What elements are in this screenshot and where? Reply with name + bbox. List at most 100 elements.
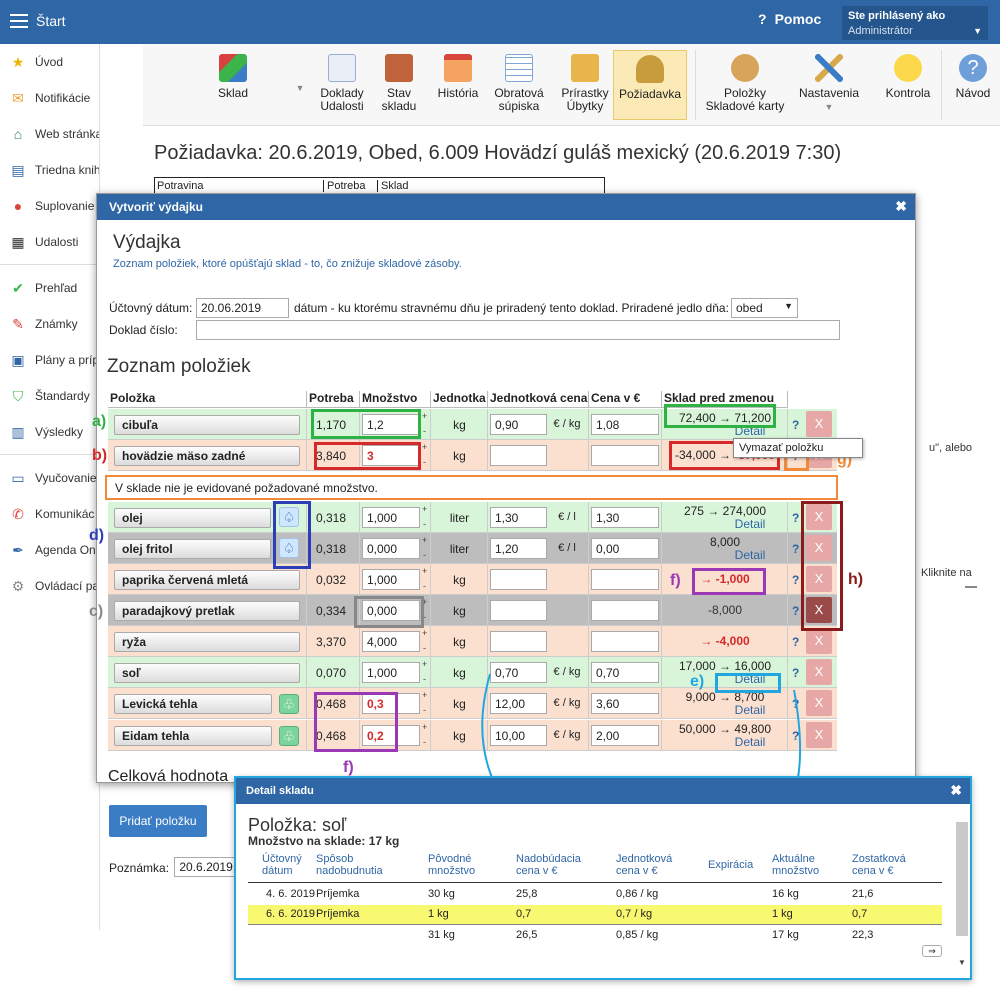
plus-icon[interactable]: + bbox=[422, 505, 427, 514]
quantity-input[interactable]: 1,000 bbox=[362, 507, 420, 528]
item-name-button[interactable]: paprika červená mletá bbox=[114, 570, 300, 590]
item-name-button[interactable]: olej bbox=[114, 508, 271, 528]
plus-icon[interactable]: + bbox=[422, 629, 427, 638]
plus-icon[interactable]: + bbox=[422, 412, 427, 421]
plus-icon[interactable]: + bbox=[422, 443, 427, 452]
cell-divider bbox=[588, 564, 589, 595]
sidebar-item-plany[interactable]: ▣ Plány a príp bbox=[0, 342, 99, 378]
club-icon[interactable]: ♧ bbox=[279, 726, 299, 746]
unit-price-input[interactable] bbox=[490, 445, 547, 466]
sidebar-item-notifikacie[interactable]: ✉ Notifikácie bbox=[0, 80, 99, 116]
price-input[interactable]: 1,30 bbox=[591, 507, 659, 528]
plus-icon[interactable]: + bbox=[422, 723, 427, 732]
item-name-button[interactable]: paradajkový pretlak bbox=[114, 601, 300, 621]
close-icon[interactable]: ✖ bbox=[950, 782, 962, 799]
quantity-input[interactable]: 1,000 bbox=[362, 569, 420, 590]
minus-icon[interactable]: - bbox=[423, 427, 426, 436]
plus-icon[interactable]: + bbox=[422, 567, 427, 576]
minus-icon[interactable]: - bbox=[423, 675, 426, 684]
unit-price-input[interactable]: 1,30 bbox=[490, 507, 547, 528]
sidebar-item-udalosti[interactable]: ▦ Udalosti bbox=[0, 224, 99, 260]
toolbar-polozky[interactable]: Položky Skladové karty bbox=[703, 50, 787, 120]
scroll-right-icon[interactable]: ⇒ bbox=[922, 945, 942, 957]
unit-price-input[interactable] bbox=[490, 600, 547, 621]
price-input[interactable] bbox=[591, 631, 659, 652]
item-name-button[interactable]: soľ bbox=[114, 663, 300, 683]
quantity-input[interactable]: 0,000 bbox=[362, 538, 420, 559]
toolbar-kontrola[interactable]: Kontrola bbox=[881, 50, 935, 120]
sidebar-item-ovladaci-panel[interactable]: ⚙ Ovládací pa bbox=[0, 568, 99, 604]
date-input[interactable]: 20.06.2019 bbox=[196, 298, 289, 318]
minus-icon[interactable]: - bbox=[423, 706, 426, 715]
minus-icon[interactable]: - bbox=[423, 551, 426, 560]
scroll-down-icon[interactable]: ▼ bbox=[958, 958, 966, 967]
unit-price-input[interactable]: 0,90 bbox=[490, 414, 547, 435]
close-icon[interactable]: ✖ bbox=[895, 198, 907, 215]
item-name-button[interactable]: cibuľa bbox=[114, 415, 300, 435]
help-icon[interactable]: ? bbox=[792, 635, 799, 649]
item-name-button[interactable]: olej fritol bbox=[114, 539, 271, 559]
hamburger-menu-icon[interactable] bbox=[10, 14, 28, 28]
toolbar-stav-skladu[interactable]: Stav skladu bbox=[377, 50, 421, 120]
sidebar-item-komunikacia[interactable]: ✆ Komunikác bbox=[0, 496, 99, 532]
unit-price-input[interactable] bbox=[490, 631, 547, 652]
plus-icon[interactable]: + bbox=[422, 536, 427, 545]
toolbar-prirastky-ubytky[interactable]: Prírastky Úbytky bbox=[557, 50, 613, 120]
delete-item-button[interactable]: X bbox=[806, 628, 832, 654]
plus-icon[interactable]: + bbox=[422, 660, 427, 669]
sidebar-item-suplovanie[interactable]: ● Suplovanie bbox=[0, 188, 99, 224]
club-icon[interactable]: ♧ bbox=[279, 694, 299, 714]
detail-link[interactable]: Detail bbox=[735, 517, 766, 531]
toolbar-nastavenia[interactable]: Nastavenia ▼ bbox=[797, 50, 861, 120]
price-input[interactable] bbox=[591, 569, 659, 590]
meal-select[interactable]: obed ▼ bbox=[731, 298, 798, 318]
sidebar-item-prehlad[interactable]: ✔ Prehľad bbox=[0, 270, 99, 306]
minus-icon[interactable]: - bbox=[423, 738, 426, 747]
sidebar-item-web[interactable]: ⌂ Web stránka bbox=[0, 116, 99, 152]
help-icon[interactable]: ? bbox=[792, 418, 799, 432]
detail-scrollbar[interactable] bbox=[956, 822, 968, 936]
item-name-button[interactable]: Eidam tehla bbox=[114, 726, 272, 746]
item-name-button[interactable]: ryža bbox=[114, 632, 300, 652]
help-button[interactable]: ? Pomoc bbox=[758, 11, 829, 27]
unit-price-input[interactable]: 1,20 bbox=[490, 538, 547, 559]
minus-icon[interactable]: - bbox=[423, 644, 426, 653]
price-input[interactable] bbox=[591, 600, 659, 621]
help-icon[interactable]: ? bbox=[792, 511, 799, 525]
item-name-button[interactable]: Levická tehla bbox=[114, 694, 272, 714]
sidebar-item-uvod[interactable]: ★ Úvod bbox=[0, 44, 99, 80]
help-icon[interactable]: ? bbox=[792, 573, 799, 587]
toolbar-sklad-dropdown[interactable]: ▼ bbox=[293, 82, 307, 96]
toolbar-historia[interactable]: História bbox=[435, 50, 481, 120]
price-input[interactable] bbox=[591, 445, 659, 466]
plus-icon[interactable]: + bbox=[422, 691, 427, 700]
price-input[interactable]: 0,00 bbox=[591, 538, 659, 559]
sidebar-item-standardy[interactable]: ⛉ Štandardy bbox=[0, 378, 99, 414]
minus-icon[interactable]: - bbox=[423, 458, 426, 467]
help-icon[interactable]: ? bbox=[792, 542, 799, 556]
help-icon[interactable]: ? bbox=[792, 604, 799, 618]
item-name-button[interactable]: hovädzie mäso zadné bbox=[114, 446, 300, 466]
quantity-input[interactable]: 1,000 bbox=[362, 662, 420, 683]
toolbar-navod[interactable]: ? Návod bbox=[951, 50, 995, 120]
price-input[interactable]: 1,08 bbox=[591, 414, 659, 435]
sidebar-item-znamky[interactable]: ✎ Známky bbox=[0, 306, 99, 342]
quantity-input[interactable]: 4,000 bbox=[362, 631, 420, 652]
minus-icon[interactable]: - bbox=[423, 520, 426, 529]
user-menu[interactable]: Ste prihlásený ako Administrátor ▼ bbox=[842, 6, 988, 40]
toolbar-obratova-supiska[interactable]: Obratová súpiska bbox=[491, 50, 547, 120]
toolbar-sklad[interactable]: Sklad bbox=[211, 50, 255, 120]
toolbar-poziadavka[interactable]: Požiadavka bbox=[613, 50, 687, 120]
unit-price-input[interactable] bbox=[490, 569, 547, 590]
sidebar-item-vysledky[interactable]: ▥ Výsledky bbox=[0, 414, 99, 450]
detail-link[interactable]: Detail bbox=[735, 548, 766, 562]
toolbar-doklady[interactable]: Doklady Udalosti bbox=[315, 50, 369, 120]
sidebar-item-agenda[interactable]: ✒ Agenda On bbox=[0, 532, 99, 568]
minus-icon[interactable]: - bbox=[423, 582, 426, 591]
delete-item-button[interactable]: X bbox=[806, 411, 832, 437]
app-title[interactable]: Štart bbox=[36, 13, 66, 29]
sidebar-item-triedna-kniha[interactable]: ▤Triedna kniha bbox=[0, 152, 99, 188]
sidebar-item-vyucovanie[interactable]: ▭ Vyučovanie bbox=[0, 460, 99, 496]
add-item-button[interactable]: Pridať položku bbox=[109, 805, 207, 837]
doc-number-input[interactable] bbox=[196, 320, 840, 340]
